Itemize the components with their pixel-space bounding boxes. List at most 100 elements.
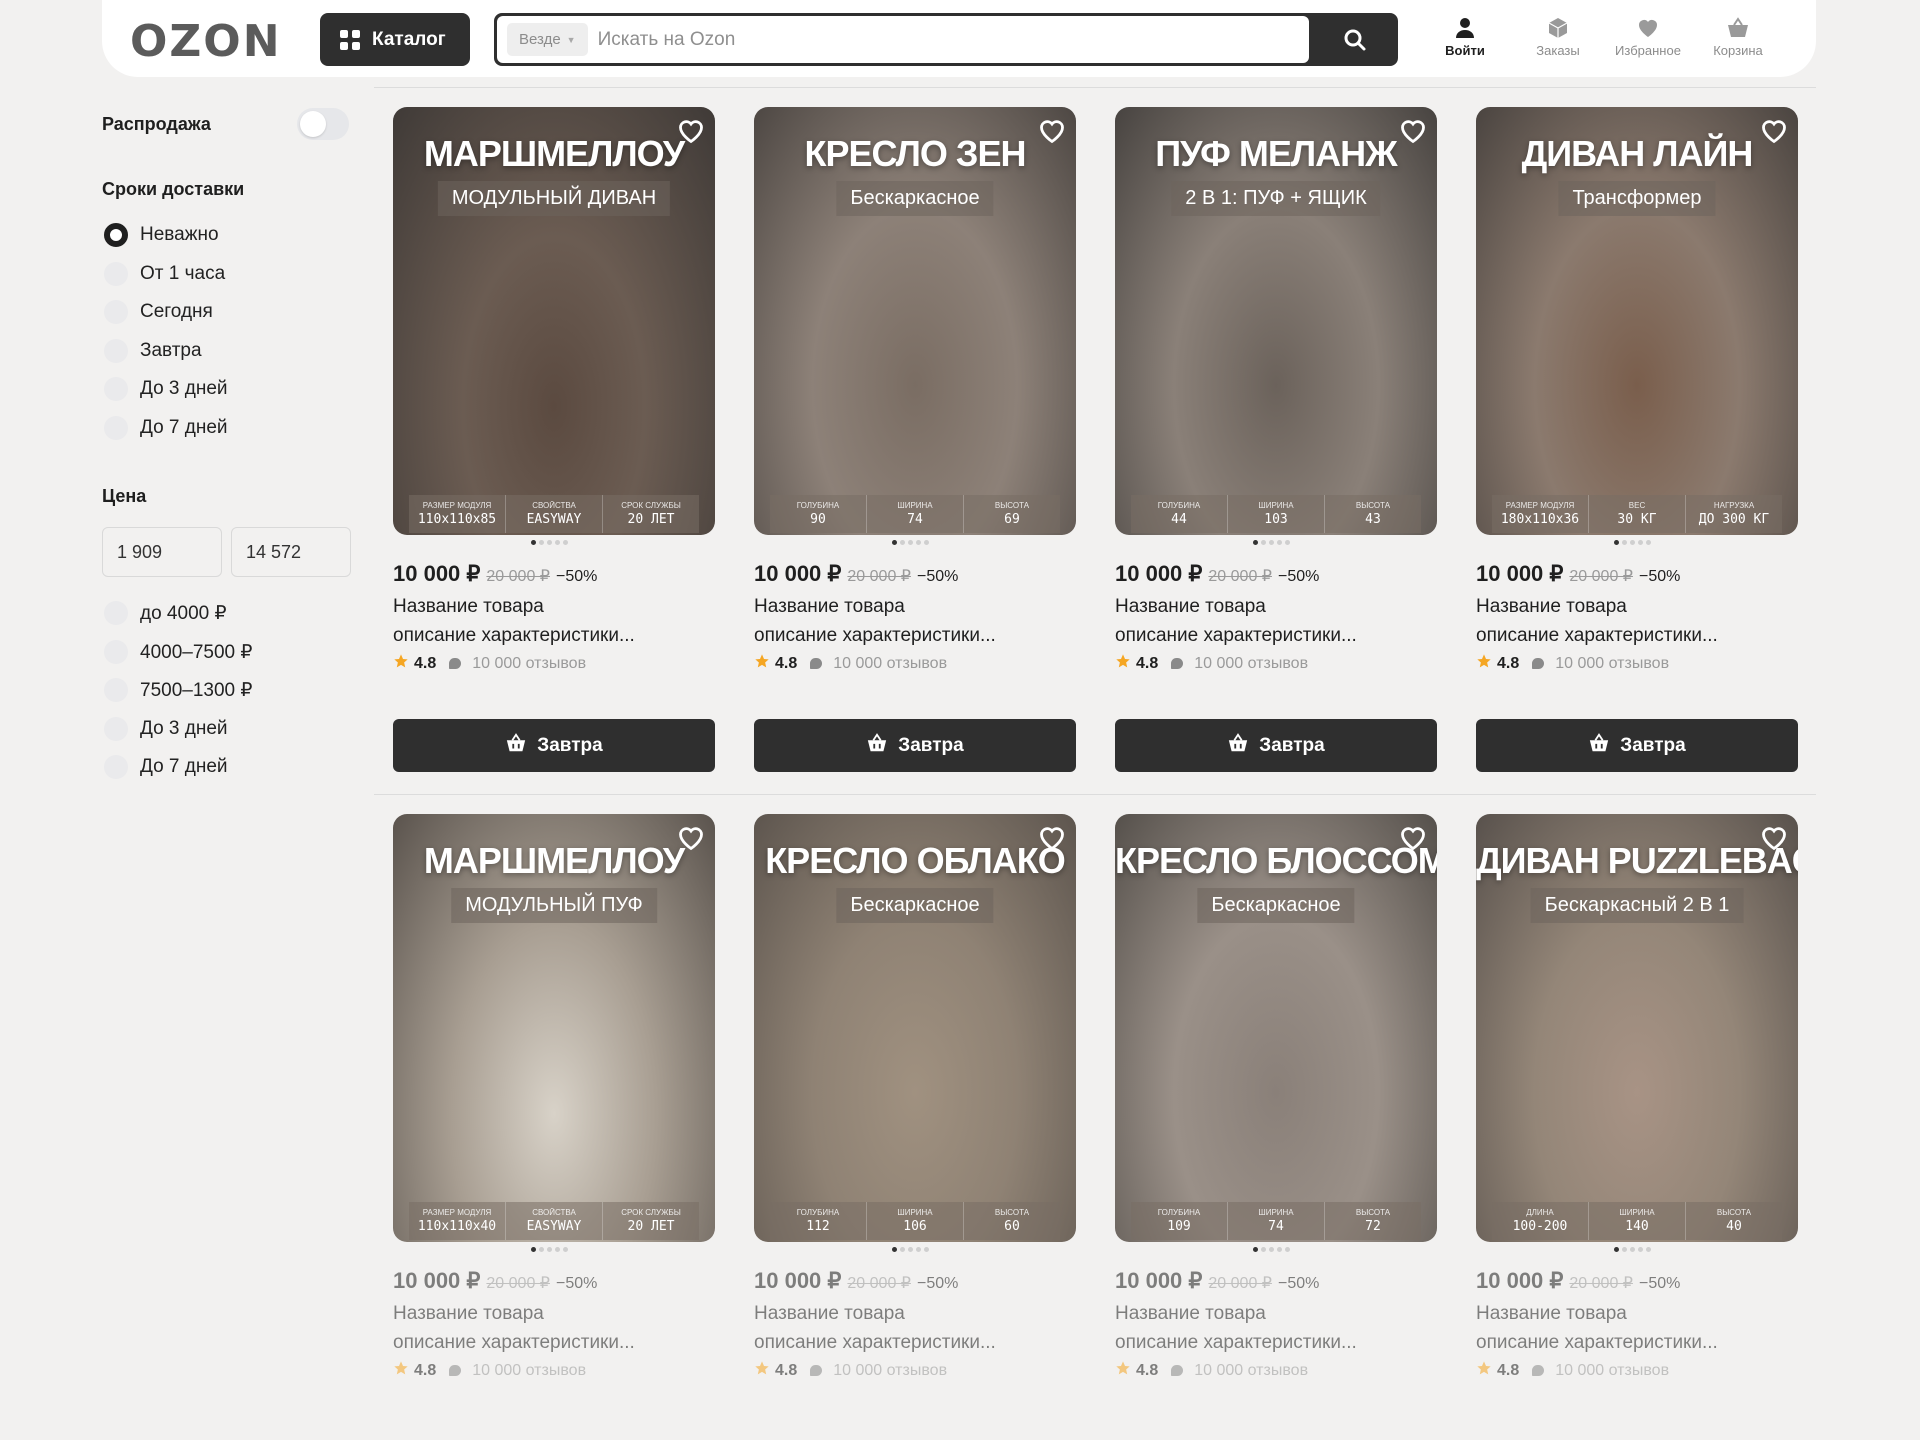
favorite-heart-icon[interactable] bbox=[1399, 117, 1427, 145]
product-card[interactable]: ДИВАН PUZZLEBAG Бескаркасный 2 В 1 ДЛИНА 10… bbox=[1476, 814, 1798, 1379]
delivery-option-1h[interactable]: От 1 часа bbox=[104, 262, 225, 286]
product-image[interactable]: КРЕСЛО БЛОССОМ Бескаркасное ГОЛУБИНА 109 ШИР… bbox=[1115, 814, 1437, 1242]
add-to-cart-button[interactable]: Завтра bbox=[1476, 719, 1798, 772]
favorite-heart-icon[interactable] bbox=[677, 824, 705, 852]
product-description[interactable]: описание характеристики... bbox=[754, 625, 996, 647]
star-icon bbox=[754, 653, 770, 674]
image-title: МАРШМЕЛЛОУ bbox=[423, 840, 685, 881]
product-image[interactable]: КРЕСЛО ОБЛАКО Бескаркасное ГОЛУБИНА 112 ШИРИ… bbox=[754, 814, 1076, 1242]
add-to-cart-button[interactable]: Завтра bbox=[754, 719, 1076, 772]
image-pager-dots[interactable] bbox=[892, 540, 929, 545]
reviews-count[interactable]: 10 000 отзывов bbox=[472, 1362, 586, 1380]
grid-icon bbox=[340, 29, 360, 50]
spec-item: ШИРИНА 74 bbox=[1227, 1202, 1324, 1240]
product-image[interactable]: ДИВАН ЛАЙН Трансформер РАЗМЕР МОДУЛЯ 180x11… bbox=[1476, 107, 1798, 535]
search-input[interactable] bbox=[597, 28, 1278, 51]
image-pager-dots[interactable] bbox=[531, 540, 568, 545]
delivery-option-tomorrow[interactable]: Завтра bbox=[104, 339, 202, 363]
product-description[interactable]: описание характеристики... bbox=[393, 625, 635, 647]
product-card[interactable]: ДИВАН ЛАЙН Трансформер РАЗМЕР МОДУЛЯ 180x11… bbox=[1476, 107, 1798, 772]
price-option-5[interactable]: До 7 дней bbox=[104, 755, 228, 779]
favorite-heart-icon[interactable] bbox=[1760, 117, 1788, 145]
spec-item: ВЫСОТА 60 bbox=[963, 1202, 1060, 1240]
favorite-heart-icon[interactable] bbox=[1760, 824, 1788, 852]
radio bbox=[104, 377, 128, 401]
product-image[interactable]: КРЕСЛО ЗЕН Бескаркасное ГОЛУБИНА 90 ШИРИНА 74… bbox=[754, 107, 1076, 535]
favorite-heart-icon[interactable] bbox=[1038, 117, 1066, 145]
nav-orders[interactable]: Заказы bbox=[1513, 16, 1603, 58]
product-name[interactable]: Название товара bbox=[754, 596, 905, 618]
product-description[interactable]: описание характеристики... bbox=[1476, 625, 1718, 647]
product-card[interactable]: КРЕСЛО ЗЕН Бескаркасное ГОЛУБИНА 90 ШИРИНА 74… bbox=[754, 107, 1076, 772]
image-pager-dots[interactable] bbox=[531, 1247, 568, 1252]
price-option-1[interactable]: до 4000 ₽ bbox=[104, 601, 227, 625]
product-name[interactable]: Название товара bbox=[1476, 1303, 1627, 1325]
reviews-count[interactable]: 10 000 отзывов bbox=[833, 655, 947, 673]
price-option-2[interactable]: 4000–7500 ₽ bbox=[104, 640, 252, 664]
price-max-input[interactable]: 14 572 bbox=[231, 527, 351, 577]
product-description[interactable]: описание характеристики... bbox=[754, 1332, 996, 1354]
product-card[interactable]: МАРШМЕЛЛОУ МОДУЛЬНЫЙ ДИВАН РАЗМЕР МОДУЛЯ 11… bbox=[393, 107, 715, 772]
product-name[interactable]: Название товара bbox=[754, 1303, 905, 1325]
search-button[interactable] bbox=[1312, 13, 1398, 66]
image-pager-dots[interactable] bbox=[1614, 540, 1651, 545]
nav-cart[interactable]: Корзина bbox=[1693, 16, 1783, 58]
ozon-logo[interactable]: OZON bbox=[130, 16, 282, 67]
reviews-count[interactable]: 10 000 отзывов bbox=[833, 1362, 947, 1380]
delivery-option-7days[interactable]: До 7 дней bbox=[104, 416, 228, 440]
reviews-count[interactable]: 10 000 отзывов bbox=[1194, 1362, 1308, 1380]
favorite-heart-icon[interactable] bbox=[1038, 824, 1066, 852]
spec-key: ВЕС bbox=[1628, 501, 1646, 510]
product-card[interactable]: МАРШМЕЛЛОУ МОДУЛЬНЫЙ ПУФ РАЗМЕР МОДУЛЯ 110x… bbox=[393, 814, 715, 1379]
spec-key: ШИРИНА bbox=[897, 1208, 933, 1217]
favorite-heart-icon[interactable] bbox=[1399, 824, 1427, 852]
reviews-count[interactable]: 10 000 отзывов bbox=[1194, 655, 1308, 673]
image-pager-dots[interactable] bbox=[1253, 540, 1290, 545]
add-to-cart-button[interactable]: Завтра bbox=[1115, 719, 1437, 772]
add-to-cart-button[interactable]: Завтра bbox=[393, 719, 715, 772]
image-pager-dots[interactable] bbox=[1614, 1247, 1651, 1252]
product-card[interactable]: КРЕСЛО ОБЛАКО Бескаркасное ГОЛУБИНА 112 ШИРИ… bbox=[754, 814, 1076, 1379]
delivery-option-today[interactable]: Сегодня bbox=[104, 300, 213, 324]
discount-badge: −50% bbox=[1277, 568, 1320, 585]
comment-icon bbox=[1532, 1365, 1545, 1376]
price-option-4[interactable]: До 3 дней bbox=[104, 717, 228, 741]
product-description[interactable]: описание характеристики... bbox=[393, 1332, 635, 1354]
product-card[interactable]: КРЕСЛО БЛОССОМ Бескаркасное ГОЛУБИНА 109 ШИР… bbox=[1115, 814, 1437, 1379]
delivery-option-any[interactable]: Неважно bbox=[104, 223, 219, 247]
spec-item: ШИРИНА 74 bbox=[866, 495, 963, 533]
product-name[interactable]: Название товара bbox=[1476, 596, 1627, 618]
product-image[interactable]: ПУФ МЕЛАНЖ 2 В 1: ПУФ + ЯЩИК ГОЛУБИНА 44 ШИР… bbox=[1115, 107, 1437, 535]
product-name[interactable]: Название товара bbox=[1115, 1303, 1266, 1325]
star-icon bbox=[1115, 653, 1131, 674]
image-pager-dots[interactable] bbox=[1253, 1247, 1290, 1252]
current-price: 10 000 ₽ bbox=[393, 561, 481, 586]
sale-toggle[interactable] bbox=[297, 108, 349, 140]
delivery-option-3days[interactable]: До 3 дней bbox=[104, 377, 228, 401]
reviews-count[interactable]: 10 000 отзывов bbox=[472, 655, 586, 673]
nav-favorites[interactable]: Избранное bbox=[1603, 16, 1693, 58]
product-description[interactable]: описание характеристики... bbox=[1476, 1332, 1718, 1354]
favorite-heart-icon[interactable] bbox=[677, 117, 705, 145]
nav-login[interactable]: Войти bbox=[1420, 16, 1510, 58]
image-pager-dots[interactable] bbox=[892, 1247, 929, 1252]
product-card[interactable]: ПУФ МЕЛАНЖ 2 В 1: ПУФ + ЯЩИК ГОЛУБИНА 44 ШИР… bbox=[1115, 107, 1437, 772]
product-name[interactable]: Название товара bbox=[393, 1303, 544, 1325]
search-field: Везде ▼ bbox=[497, 16, 1309, 63]
product-description[interactable]: описание характеристики... bbox=[1115, 625, 1357, 647]
product-image[interactable]: МАРШМЕЛЛОУ МОДУЛЬНЫЙ ДИВАН РАЗМЕР МОДУЛЯ 11… bbox=[393, 107, 715, 535]
price-min-input[interactable]: 1 909 bbox=[102, 527, 222, 577]
catalog-button[interactable]: Каталог bbox=[320, 13, 470, 66]
search-scope-dropdown[interactable]: Везде ▼ bbox=[507, 23, 588, 56]
reviews-count[interactable]: 10 000 отзывов bbox=[1555, 1362, 1669, 1380]
current-price: 10 000 ₽ bbox=[754, 561, 842, 586]
product-image[interactable]: МАРШМЕЛЛОУ МОДУЛЬНЫЙ ПУФ РАЗМЕР МОДУЛЯ 110x… bbox=[393, 814, 715, 1242]
spec-value: 180x110x36 bbox=[1500, 512, 1580, 527]
product-name[interactable]: Название товара bbox=[1115, 596, 1266, 618]
reviews-count[interactable]: 10 000 отзывов bbox=[1555, 655, 1669, 673]
product-name[interactable]: Название товара bbox=[393, 596, 544, 618]
sale-label: Распродажа bbox=[102, 114, 211, 134]
product-description[interactable]: описание характеристики... bbox=[1115, 1332, 1357, 1354]
price-option-3[interactable]: 7500–1300 ₽ bbox=[104, 678, 252, 702]
product-image[interactable]: ДИВАН PUZZLEBAG Бескаркасный 2 В 1 ДЛИНА 10… bbox=[1476, 814, 1798, 1242]
